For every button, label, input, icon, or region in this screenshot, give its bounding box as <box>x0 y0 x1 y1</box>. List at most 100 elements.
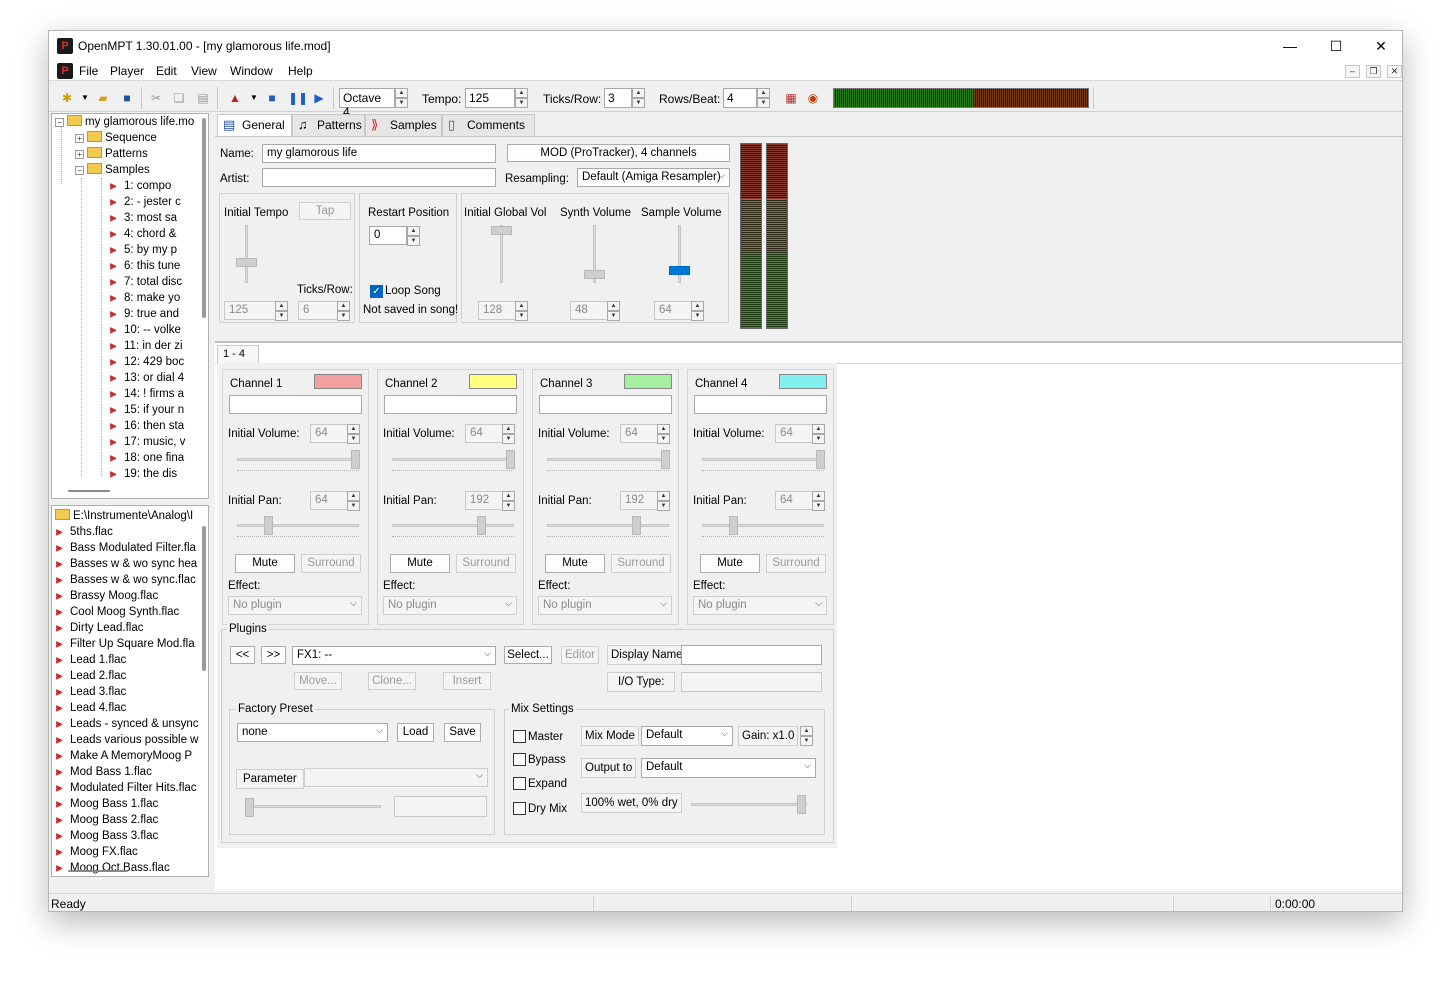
volume-slider-track[interactable] <box>702 458 824 461</box>
pan-slider-track[interactable] <box>702 524 824 527</box>
tree-sample-item[interactable]: ⫸ 1: compo <box>110 178 171 194</box>
menu-view[interactable]: View <box>191 64 217 78</box>
file-list-item[interactable]: ⫸ Leads various possible w <box>56 732 199 748</box>
next-plugin-button[interactable]: >> <box>261 646 286 664</box>
pan-up-icon[interactable]: ▲ <box>347 491 360 501</box>
stop-icon[interactable]: ■ <box>264 90 280 106</box>
menu-window[interactable]: Window <box>230 64 273 78</box>
tempo-field[interactable]: 125 <box>465 88 515 108</box>
midi-record-icon[interactable]: ◉ <box>805 90 821 106</box>
channel-name-input[interactable] <box>694 395 827 414</box>
gain-down-icon[interactable]: ▼ <box>800 736 813 746</box>
pan-slider-track[interactable] <box>237 524 359 527</box>
global-vol-input[interactable]: 128 <box>478 301 516 320</box>
initial-volume-input[interactable]: 64 <box>775 424 813 443</box>
tap-button[interactable]: Tap <box>299 202 351 220</box>
tree-sample-item[interactable]: ⫸ 11: in der zi <box>110 338 183 354</box>
tab-samples[interactable]: ⟫ Samples <box>365 114 442 136</box>
parameter-slider-track[interactable] <box>245 805 381 808</box>
file-list-item[interactable]: ⫸ Lead 1.flac <box>56 652 126 668</box>
effect-select[interactable]: No plugin ⌵ <box>228 596 362 615</box>
tree-scrollbar[interactable] <box>202 118 206 318</box>
pan-slider-thumb[interactable] <box>264 516 273 535</box>
display-name-input[interactable] <box>681 645 822 665</box>
synth-vol-down-icon[interactable]: ▼ <box>607 311 620 321</box>
panel-splitter[interactable] <box>209 113 213 891</box>
pan-down-icon[interactable]: ▼ <box>657 501 670 511</box>
pan-slider-thumb[interactable] <box>632 516 641 535</box>
minimize-button[interactable]: — <box>1267 31 1313 61</box>
file-list-item[interactable]: ⫸ Moog Bass 2.flac <box>56 812 158 828</box>
load-preset-button[interactable]: Load <box>397 723 434 742</box>
new-file-icon[interactable]: ✱ <box>59 90 75 106</box>
tree-sample-item[interactable]: ⫸ 5: by my p <box>110 242 177 258</box>
volume-up-icon[interactable]: ▲ <box>657 424 670 434</box>
volume-slider-track[interactable] <box>392 458 514 461</box>
tree-samples[interactable]: − Samples <box>75 162 150 178</box>
channel-color-button[interactable] <box>624 374 672 389</box>
initial-pan-input[interactable]: 64 <box>775 491 813 510</box>
volume-slider-track[interactable] <box>237 458 359 461</box>
tree-root[interactable]: − my glamorous life.mo <box>55 114 194 130</box>
open-folder-icon[interactable]: ▰ <box>95 90 111 106</box>
tree-sample-item[interactable]: ⫸ 6: this tune <box>110 258 180 274</box>
volume-slider-track[interactable] <box>547 458 669 461</box>
file-list-item[interactable]: ⫸ Lead 3.flac <box>56 684 126 700</box>
mdi-close-icon[interactable]: ✕ <box>1387 65 1402 78</box>
surround-button[interactable]: Surround <box>456 554 516 573</box>
mute-button[interactable]: Mute <box>545 554 605 573</box>
play-pattern-icon[interactable]: ▶ <box>311 90 327 106</box>
menu-edit[interactable]: Edit <box>156 64 177 78</box>
maximize-button[interactable]: ☐ <box>1313 31 1359 61</box>
pan-slider-thumb[interactable] <box>729 516 738 535</box>
ticks-down-icon[interactable]: ▼ <box>632 98 645 108</box>
restart-up-icon[interactable]: ▲ <box>407 226 420 236</box>
volume-up-icon[interactable]: ▲ <box>502 424 515 434</box>
tree-sample-item[interactable]: ⫸ 2: - jester c <box>110 194 181 210</box>
pan-slider-track[interactable] <box>547 524 669 527</box>
restart-position-input[interactable]: 0 <box>369 226 407 245</box>
fx-slot-select[interactable]: FX1: -- ⌵ <box>292 646 496 665</box>
effect-select[interactable]: No plugin ⌵ <box>383 596 517 615</box>
tree-sample-item[interactable]: ⫸ 18: one fina <box>110 450 184 466</box>
tree-sample-item[interactable]: ⫸ 3: most sa <box>110 210 177 226</box>
octave-down-icon[interactable]: ▼ <box>395 98 408 108</box>
format-button[interactable]: MOD (ProTracker), 4 channels <box>507 144 730 162</box>
tempo-down-icon[interactable]: ▼ <box>515 98 528 108</box>
tree-sample-item[interactable]: ⫸ 19: the dis <box>110 466 177 482</box>
file-list-item[interactable]: ⫸ Leads - synced & unsync <box>56 716 199 732</box>
cut-icon[interactable]: ✂ <box>148 90 164 106</box>
ticks-row-field[interactable]: 3 <box>604 88 632 108</box>
pan-up-icon[interactable]: ▲ <box>502 491 515 501</box>
pan-down-icon[interactable]: ▼ <box>347 501 360 511</box>
tempo-slider-thumb[interactable] <box>236 258 257 267</box>
channel-color-button[interactable] <box>779 374 827 389</box>
expand-icon[interactable]: + <box>75 134 84 143</box>
save-icon[interactable]: ■ <box>119 90 135 106</box>
file-list-item[interactable]: ⫸ Dirty Lead.flac <box>56 620 144 636</box>
wet-dry-slider-thumb[interactable] <box>797 795 806 814</box>
tree-patterns[interactable]: + Patterns <box>75 146 148 162</box>
new-dropdown-icon[interactable]: ▼ <box>77 90 93 106</box>
pause-icon[interactable]: ❚❚ <box>288 90 308 106</box>
initial-volume-input[interactable]: 64 <box>465 424 503 443</box>
insert-button[interactable]: Insert <box>443 672 491 690</box>
channel-color-button[interactable] <box>469 374 517 389</box>
tree-sample-item[interactable]: ⫸ 10: -- volke <box>110 322 181 338</box>
file-list-item[interactable]: ⫸ Basses w & wo sync.flac <box>56 572 196 588</box>
channel-page-tab[interactable]: 1 - 4 <box>217 345 259 363</box>
tab-comments[interactable]: ▯ Comments <box>442 114 535 136</box>
file-list-item[interactable]: ⫸ Cool Moog Synth.flac <box>56 604 179 620</box>
gain-field[interactable]: Gain: x1.0 <box>738 726 799 746</box>
file-list-item[interactable]: ⫸ Bass Modulated Filter.fla <box>56 540 196 556</box>
channel-color-button[interactable] <box>314 374 362 389</box>
initial-pan-input[interactable]: 192 <box>465 491 503 510</box>
sample-vol-slider-thumb[interactable] <box>669 266 690 275</box>
output-to-select[interactable]: Default ⌵ <box>641 758 816 778</box>
restart-down-icon[interactable]: ▼ <box>407 236 420 246</box>
file-list-item[interactable]: ⫸ Mod Bass 1.flac <box>56 764 152 780</box>
tree-sample-item[interactable]: ⫸ 17: music, v <box>110 434 185 450</box>
ticks-spin-up-icon[interactable]: ▲ <box>337 301 350 311</box>
rows-beat-field[interactable]: 4 <box>723 88 757 108</box>
rows-up-icon[interactable]: ▲ <box>757 88 770 98</box>
